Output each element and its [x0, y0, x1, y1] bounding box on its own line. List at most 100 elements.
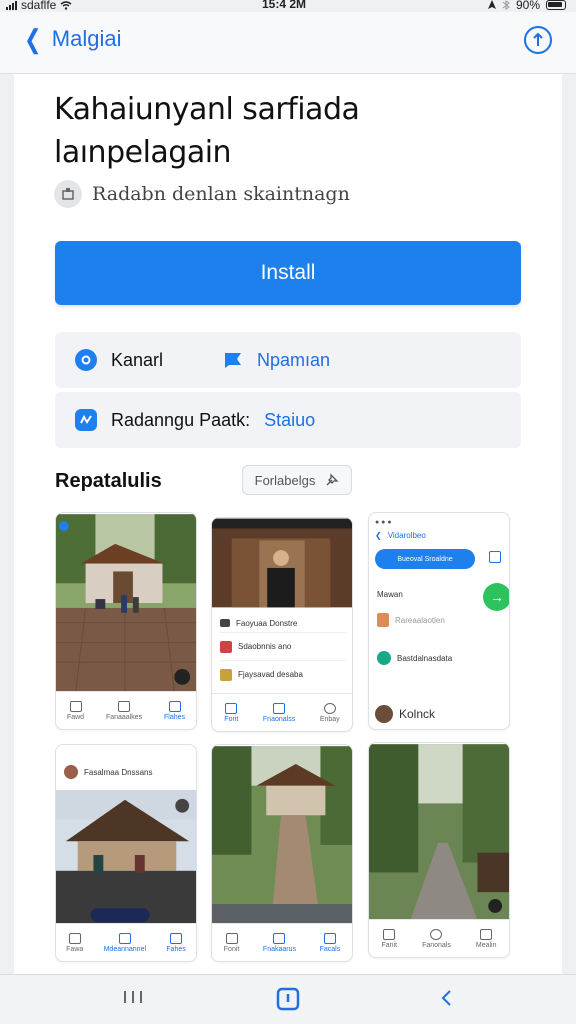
tab-label: Fnaonalss — [262, 715, 296, 723]
list-item[interactable]: Bastdalnasdata — [377, 651, 452, 665]
tab-label: Enbay — [319, 715, 340, 723]
list-item[interactable]: Kolnck — [375, 705, 435, 723]
chevron-left-icon — [441, 990, 451, 1006]
mini-status: ● ● ● — [375, 519, 392, 526]
back-label: Malgiai — [51, 26, 122, 51]
info-item-paatk[interactable]: Radanngu Paatk: Staiuo — [55, 409, 315, 431]
home-icon — [225, 702, 238, 714]
tab-profile[interactable]: Mealin — [476, 928, 496, 949]
tab-label: Fanit — [381, 941, 398, 949]
screenshot-2[interactable]: Faoyuaa Donstre Sdaobnnis ano Fjaysavad … — [211, 517, 353, 732]
tab-bar: Fanit Fanonals Mealin — [369, 919, 509, 957]
user-icon — [168, 700, 181, 712]
carrier-label: sdaflfe — [21, 0, 57, 12]
tab-home[interactable]: Fawa — [66, 932, 83, 953]
tab-favorites[interactable]: Fanaaalkes — [105, 700, 143, 721]
screenshot-5[interactable]: Fonit Fnakaarus Facals — [211, 744, 353, 962]
bookmark-icon — [273, 932, 286, 944]
edit-icon[interactable] — [489, 551, 501, 563]
info-item-npamian[interactable]: Npamıan — [163, 350, 330, 371]
tab-label: Fanaaalkes — [105, 713, 143, 721]
search-icon — [323, 702, 336, 714]
tab-search[interactable]: Enbay — [319, 702, 340, 723]
tab-profile[interactable]: Facals — [319, 932, 341, 953]
info-item-label: Kanarl — [111, 349, 164, 370]
location-icon — [487, 0, 496, 9]
screenshot-3[interactable]: ● ● ● ❮ Vidarolbeo Bueoval Sroaldne Mawa… — [368, 512, 510, 730]
info-item-kanarl[interactable]: Kanarl — [55, 349, 163, 371]
tab-favorites[interactable]: Fnakaarus — [262, 932, 296, 953]
developer-row[interactable]: Radabn denlan skaintnagn — [54, 180, 350, 208]
status-left: sdaflfe — [6, 0, 72, 12]
signal-icon — [6, 0, 17, 10]
mini-header: Fasalmaa Dnssans — [64, 765, 152, 779]
bluetooth-icon — [502, 0, 510, 10]
screenshot-6[interactable]: Fanit Fanonals Mealin — [368, 742, 510, 958]
home-button[interactable] — [276, 987, 300, 1016]
wifi-icon — [60, 0, 72, 10]
car-icon — [220, 619, 230, 627]
village-photo — [56, 514, 196, 692]
tab-home[interactable]: Fawd — [66, 700, 85, 721]
user-icon — [323, 932, 336, 944]
tab-favorites[interactable]: Mdeannannel — [103, 932, 147, 953]
tab-home[interactable]: Fonit — [223, 932, 240, 953]
tab-profile[interactable]: Flahes — [164, 700, 185, 721]
avatar — [64, 765, 78, 779]
tab-label: Fahes — [166, 945, 186, 953]
tab-favorites[interactable]: Fnaonalss — [262, 702, 296, 723]
header-label: Vidarolbeo — [387, 531, 426, 540]
bookmark-icon — [273, 702, 286, 714]
user-icon — [480, 928, 493, 940]
tab-profile[interactable]: Fahes — [166, 932, 186, 953]
battery-icon — [546, 0, 566, 10]
install-button[interactable]: Install — [55, 241, 521, 305]
list-item[interactable]: Faoyuaa Donstre — [220, 614, 346, 632]
flag-icon — [223, 351, 243, 369]
filter-chip[interactable]: Forlabelgs — [242, 465, 352, 495]
row-label: Kolnck — [399, 707, 436, 721]
fab-button[interactable]: → — [483, 583, 509, 611]
tab-label: Fawd — [66, 713, 85, 721]
recent-apps-button[interactable] — [122, 989, 144, 1010]
header-label: Fasalmaa Dnssans — [84, 767, 153, 777]
app-title-line1: Kahaiunyanl sarfiada — [54, 92, 360, 127]
tab-label: Fonit — [223, 945, 240, 953]
avatar — [375, 705, 393, 723]
system-nav-bar — [0, 974, 576, 1024]
navigation-bar: ❮ Malgiai — [0, 12, 576, 74]
thumbnail-icon — [220, 640, 232, 653]
back-nav-button[interactable] — [440, 989, 452, 1012]
tab-home[interactable]: Forit — [224, 702, 238, 723]
message-icon — [75, 349, 97, 371]
tab-home[interactable]: Fanit — [381, 928, 398, 949]
list-item[interactable]: Fjaysavad desaba — [220, 660, 346, 688]
row-label: Rareaalaotlen — [395, 615, 445, 625]
list-item[interactable]: Sdaobnnis ano — [220, 632, 346, 660]
info-item-link[interactable]: Staiuo — [264, 410, 315, 431]
tab-label: Mdeannannel — [103, 945, 147, 953]
portrait-photo — [212, 518, 352, 608]
list-item[interactable]: Mawan — [377, 589, 497, 599]
pill-label: Bueoval Sroaldne — [397, 555, 453, 563]
screenshot-4[interactable]: Fasalmaa Dnssans Fawa Mdeannannel Fahes — [55, 744, 197, 962]
app-title: Kahaiunyanl sarfiada laınpelagain — [54, 88, 360, 174]
screenshot-1[interactable]: Fawd Fanaaalkes Flahes — [55, 512, 197, 730]
share-icon — [533, 32, 543, 46]
list-item[interactable]: Rareaalaotlen — [377, 613, 445, 627]
row-label: Fjaysavad desaba — [238, 670, 303, 679]
tab-label: Fnakaarus — [262, 945, 296, 953]
info-item-label: Radanngu Paatk: — [111, 409, 251, 430]
user-icon — [170, 932, 183, 944]
back-button[interactable]: ❮ Malgiai — [22, 26, 122, 52]
app-detail-card: Kahaiunyanl sarfiada laınpelagain Radabn… — [14, 74, 562, 974]
info-block-secondary: Radanngu Paatk: Staiuo — [55, 392, 521, 448]
mini-pill-button[interactable]: Bueoval Sroaldne — [375, 549, 475, 569]
recent-apps-icon — [124, 991, 142, 1003]
tab-favorites[interactable]: Fanonals — [422, 928, 451, 949]
tab-label: Facals — [319, 945, 341, 953]
bookmark-icon — [118, 700, 131, 712]
share-button[interactable] — [524, 26, 552, 54]
activity-icon — [75, 409, 97, 431]
screenshot-2-list: Faoyuaa Donstre Sdaobnnis ano Fjaysavad … — [220, 614, 346, 688]
